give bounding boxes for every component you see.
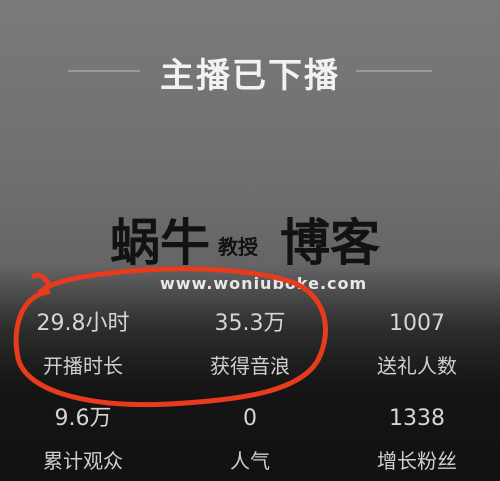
stat-new-followers: 1338 增长粉丝 bbox=[334, 405, 500, 475]
stat-label: 送礼人数 bbox=[377, 354, 457, 378]
stat-label: 获得音浪 bbox=[210, 354, 290, 378]
stat-value: 1338 bbox=[389, 406, 445, 431]
page-title: 主播已下播 bbox=[160, 56, 340, 96]
stat-gift-senders: 1007 送礼人数 bbox=[334, 310, 500, 380]
stat-label: 开播时长 bbox=[43, 354, 123, 378]
watermark-text-1: 蜗牛 bbox=[110, 214, 210, 272]
stream-ended-header: 主播已下播 bbox=[0, 20, 500, 96]
watermark-url: www.woniuboke.com bbox=[160, 274, 368, 293]
stat-stream-duration: 29.8小时 开播时长 bbox=[0, 310, 166, 380]
blog-watermark: 蜗牛 教授 博客 www.woniuboke.com bbox=[110, 212, 400, 302]
stream-stats-grid: 29.8小时 开播时长 35.3万 获得音浪 1007 送礼人数 9.6万 累计… bbox=[0, 300, 500, 481]
watermark-text-2: 教授 bbox=[218, 235, 258, 259]
watermark-name: 蜗牛 教授 博客 bbox=[110, 212, 400, 274]
stat-value: 9.6万 bbox=[54, 406, 112, 431]
stat-total-viewers: 9.6万 累计观众 bbox=[0, 405, 166, 475]
watermark-text-3: 博客 bbox=[280, 214, 380, 272]
stat-value: 29.8小时 bbox=[36, 311, 130, 336]
stat-label: 累计观众 bbox=[43, 449, 123, 473]
stat-sound-waves: 35.3万 获得音浪 bbox=[167, 310, 333, 380]
stat-popularity: 0 人气 bbox=[167, 405, 333, 475]
title-divider-right bbox=[356, 70, 432, 72]
stat-label: 增长粉丝 bbox=[377, 449, 457, 473]
stat-value: 0 bbox=[243, 406, 257, 431]
stat-value: 35.3万 bbox=[214, 311, 286, 336]
stat-value: 1007 bbox=[389, 311, 445, 336]
stat-label: 人气 bbox=[230, 449, 270, 473]
